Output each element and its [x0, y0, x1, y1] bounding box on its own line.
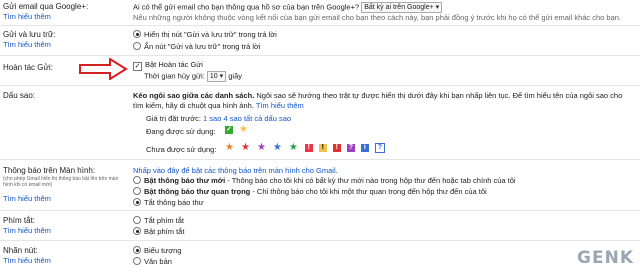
- radio-icon[interactable]: [133, 187, 141, 195]
- button-labels-text-option[interactable]: Văn bản: [133, 257, 172, 266]
- red-exclamation-icon[interactable]: !: [332, 144, 341, 152]
- blue-question-icon[interactable]: ?: [374, 143, 385, 153]
- orange-star-icon[interactable]: ★: [225, 143, 234, 153]
- red-star-icon[interactable]: ★: [241, 143, 250, 153]
- send-archive-learn-more-link[interactable]: Tìm hiểu thêm: [3, 40, 51, 49]
- dropdown-arrow-icon: ▾: [219, 73, 224, 80]
- google-plus-question: Ai có thể gửi email cho bạn thông qua hồ…: [133, 2, 360, 12]
- genk-watermark-logo: GENK: [577, 248, 634, 268]
- button-labels-icons-option[interactable]: Biểu tượng: [133, 246, 181, 255]
- google-plus-select[interactable]: Bất kỳ ai trên Google+ ▾: [361, 2, 443, 13]
- radio-selected-icon[interactable]: [133, 198, 141, 206]
- stars-label: Dấu sao:: [3, 91, 36, 100]
- undo-send-period-select[interactable]: 10 ▾: [206, 71, 227, 82]
- notify-new-mail-option[interactable]: Bật thông báo thư mới - Thông báo cho tô…: [133, 176, 516, 185]
- radio-icon[interactable]: [133, 42, 141, 50]
- enable-notifications-link[interactable]: Nhấp vào đây để bật các thông báo trên m…: [133, 166, 338, 175]
- yellow-star-icon[interactable]: ★: [239, 125, 248, 135]
- purple-star-icon[interactable]: ★: [257, 143, 266, 153]
- shortcuts-label: Phím tắt:: [3, 216, 36, 225]
- google-plus-learn-more-link[interactable]: Tìm hiểu thêm: [3, 12, 51, 21]
- notifications-label: Thông báo trên Màn hình:: [3, 166, 96, 175]
- send-archive-hide-option[interactable]: Ẩn nút "Gửi và lưu trữ" trong trả lời: [133, 42, 261, 51]
- button-labels-label: Nhãn nút:: [3, 246, 38, 255]
- radio-icon[interactable]: [133, 176, 141, 184]
- blue-star-icon[interactable]: ★: [273, 143, 282, 153]
- notify-off-option[interactable]: Tắt thông báo thư: [133, 198, 204, 207]
- preset-all-stars-link[interactable]: tất cả dấu sao: [244, 114, 291, 123]
- stars-not-in-use-label: Chưa được sử dụng:: [146, 145, 217, 154]
- stars-learn-more-link[interactable]: Tìm hiểu thêm: [256, 101, 304, 110]
- red-bang-icon[interactable]: !: [304, 144, 313, 152]
- undo-send-checkbox-option[interactable]: ✓ Bật Hoàn tác Gửi: [133, 60, 203, 71]
- radio-icon[interactable]: [133, 216, 141, 224]
- preset-1-star-link[interactable]: 1 sao: [203, 114, 221, 123]
- undo-send-period-label: Thời gian hủy gửi:: [144, 71, 205, 81]
- purple-question-icon[interactable]: ?: [346, 144, 355, 152]
- checkbox-checked-icon[interactable]: ✓: [133, 62, 142, 71]
- blue-info-icon[interactable]: i: [360, 144, 369, 152]
- notifications-learn-more-link[interactable]: Tìm hiểu thêm: [3, 194, 51, 203]
- notify-important-mail-option[interactable]: Bật thông báo thư quan trọng - Chỉ thông…: [133, 187, 487, 196]
- send-archive-show-option[interactable]: Hiển thị nút "Gửi và lưu trữ" trong trả …: [133, 30, 277, 39]
- shortcuts-on-option[interactable]: Bật phím tắt: [133, 227, 184, 236]
- yellow-bang-icon[interactable]: !: [318, 144, 327, 152]
- button-labels-learn-more-link[interactable]: Tìm hiểu thêm: [3, 256, 51, 265]
- shortcuts-learn-more-link[interactable]: Tìm hiểu thêm: [3, 226, 51, 235]
- green-star-icon[interactable]: ★: [289, 143, 298, 153]
- preset-4-stars-link[interactable]: 4 sao: [224, 114, 242, 123]
- green-check-icon[interactable]: ✓: [225, 126, 233, 134]
- stars-in-use-label: Đang được sử dụng:: [146, 127, 216, 136]
- radio-selected-icon[interactable]: [133, 30, 141, 38]
- red-arrow-icon: [79, 58, 128, 80]
- radio-icon[interactable]: [133, 257, 141, 265]
- radio-selected-icon[interactable]: [133, 246, 141, 254]
- shortcuts-off-option[interactable]: Tắt phím tắt: [133, 216, 184, 225]
- google-plus-description: Nếu những người không thuộc vòng kết nối…: [133, 13, 622, 22]
- stars-presets-label: Giá trị đặt trước:: [146, 114, 201, 123]
- send-archive-label: Gửi và lưu trữ:: [3, 30, 56, 39]
- undo-send-period-unit: giây: [228, 71, 243, 81]
- google-plus-label: Gửi email qua Google+:: [3, 2, 89, 11]
- undo-send-label: Hoàn tác Gửi:: [3, 63, 53, 72]
- dropdown-arrow-icon: ▾: [435, 4, 440, 11]
- radio-selected-icon[interactable]: [133, 227, 141, 235]
- notifications-note: (cho phép Gmail hiển thị thông báo bật l…: [3, 176, 119, 188]
- stars-drag-heading: Kéo ngôi sao giữa các danh sách.: [133, 91, 255, 100]
